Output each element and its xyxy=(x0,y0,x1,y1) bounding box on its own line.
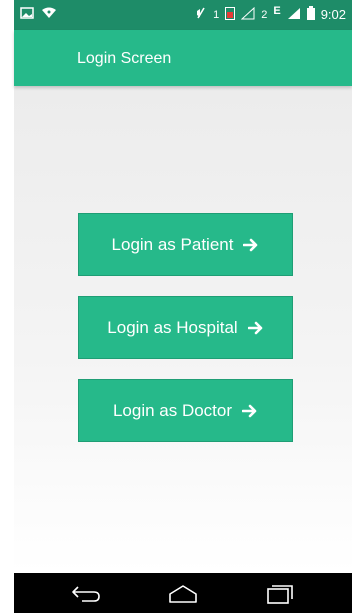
main-content: Login as Patient Login as Hospital Login… xyxy=(14,86,352,573)
system-nav-bar xyxy=(14,573,352,613)
back-icon[interactable] xyxy=(70,583,102,605)
arrow-right-icon xyxy=(241,403,258,419)
sim1-label: 1 xyxy=(213,8,220,21)
login-patient-button[interactable]: Login as Patient xyxy=(78,213,293,276)
signal-outline-icon xyxy=(240,6,255,23)
signal-icon xyxy=(287,7,301,23)
login-hospital-label: Login as Hospital xyxy=(107,317,238,337)
page-title: Login Screen xyxy=(77,50,172,67)
login-hospital-button[interactable]: Login as Hospital xyxy=(78,296,293,359)
arrow-right-icon xyxy=(243,237,259,253)
phone-screen: 1 2 E 9:02 Login Screen Login as Patient xyxy=(0,0,352,613)
status-bar: 1 2 E 9:02 xyxy=(14,0,352,30)
sim1-icon xyxy=(225,6,236,23)
home-icon[interactable] xyxy=(167,583,199,605)
image-icon xyxy=(20,7,34,22)
login-patient-label: Login as Patient xyxy=(111,234,234,254)
mute-icon xyxy=(195,6,207,23)
arrow-right-icon xyxy=(247,320,264,336)
sim2-label: 2 xyxy=(261,8,268,21)
recents-icon[interactable] xyxy=(264,583,296,605)
network-type-label: E xyxy=(273,4,281,17)
clock: 9:02 xyxy=(320,6,346,22)
battery-icon xyxy=(306,6,315,23)
app-bar: Login Screen xyxy=(14,30,352,86)
login-doctor-button[interactable]: Login as Doctor xyxy=(78,379,293,442)
wifi-icon xyxy=(42,7,56,22)
login-doctor-label: Login as Doctor xyxy=(112,400,233,420)
